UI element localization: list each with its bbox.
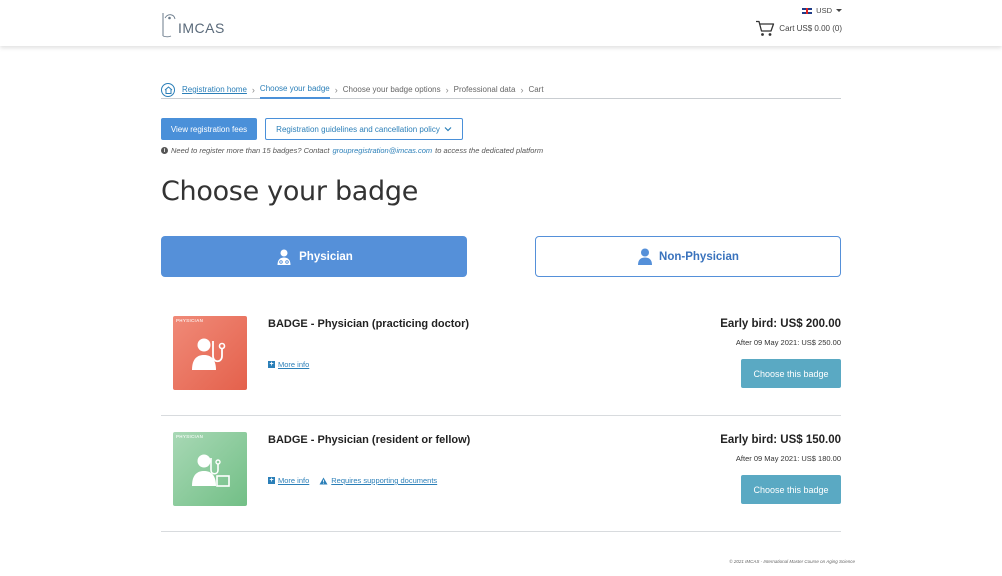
- breadcrumb-professional-data: Professional data: [453, 85, 516, 94]
- group-registration-email-link[interactable]: groupregistration@imcas.com: [332, 146, 432, 155]
- currency-label: USD: [816, 6, 832, 15]
- warning-icon: [319, 477, 328, 484]
- tab-label: Non-Physician: [659, 250, 739, 263]
- cart-link[interactable]: Cart US$ 0.00 (0): [755, 20, 842, 37]
- more-info-link[interactable]: + More info: [268, 360, 309, 369]
- doctor-book-icon: [192, 454, 230, 487]
- caret-down-icon: [836, 9, 842, 12]
- top-header: IMCAS USD Cart US$ 0.00 (0): [0, 0, 1002, 46]
- badge-thumbnail: PHYSICIAN: [173, 316, 247, 390]
- badge-links: + More info: [268, 360, 309, 369]
- supporting-documents-link[interactable]: Requires supporting documents: [319, 476, 437, 485]
- home-icon: [161, 82, 175, 97]
- supporting-documents-label: Requires supporting documents: [331, 476, 438, 485]
- cart-summary: Cart US$ 0.00 (0): [779, 24, 842, 33]
- breadcrumb-label: Registration home: [182, 85, 247, 94]
- after-date-price: After 09 May 2021: US$ 180.00: [735, 454, 841, 463]
- logo-mark-icon: [162, 13, 176, 38]
- group-registration-notice: i Need to register more than 15 badges? …: [161, 146, 543, 155]
- notice-suffix: to access the dedicated platform: [435, 146, 544, 155]
- early-bird-price: Early bird: US$ 200.00: [720, 318, 841, 330]
- tab-physician[interactable]: Physician: [161, 236, 467, 277]
- chevron-right-icon: ›: [334, 84, 338, 95]
- tab-label: Physician: [299, 250, 353, 263]
- after-date-price: After 09 May 2021: US$ 250.00: [735, 338, 841, 347]
- page-title: Choose your badge: [161, 176, 419, 207]
- view-registration-fees-button[interactable]: View registration fees: [161, 118, 257, 140]
- plus-icon: +: [268, 477, 275, 484]
- doctor-stethoscope-icon: [192, 338, 226, 370]
- badge-row: PHYSICIAN BADGE - Physician (resident or…: [161, 416, 841, 532]
- currency-selector[interactable]: USD: [802, 6, 842, 15]
- info-icon: i: [161, 147, 168, 154]
- chevron-down-icon: [444, 127, 452, 132]
- breadcrumb-badge-options: Choose your badge options: [342, 85, 441, 94]
- plus-icon: +: [268, 361, 275, 368]
- more-info-link[interactable]: + More info: [268, 476, 309, 485]
- choose-badge-button[interactable]: Choose this badge: [741, 475, 841, 504]
- footer-copyright: © 2021 IMCAS - International Master Cour…: [729, 559, 855, 564]
- chevron-right-icon: ›: [445, 84, 449, 95]
- breadcrumb-choose-badge[interactable]: Choose your badge: [259, 81, 330, 99]
- more-info-label: More info: [278, 476, 310, 485]
- more-info-label: More info: [278, 360, 310, 369]
- chevron-right-icon: ›: [251, 84, 255, 95]
- chevron-right-icon: ›: [520, 84, 524, 95]
- choose-badge-button[interactable]: Choose this badge: [741, 359, 841, 388]
- notice-prefix: Need to register more than 15 badges? Co…: [171, 146, 330, 155]
- person-icon: [638, 248, 653, 265]
- early-bird-price: Early bird: US$ 150.00: [720, 434, 841, 446]
- imcas-logo[interactable]: IMCAS: [160, 8, 225, 38]
- badge-name: BADGE - Physician (resident or fellow): [268, 434, 471, 446]
- breadcrumb-registration-home[interactable]: Registration home: [161, 81, 247, 99]
- badge-thumbnail: PHYSICIAN: [173, 432, 247, 506]
- guidelines-label: Registration guidelines and cancellation…: [276, 124, 440, 134]
- registration-guidelines-dropdown[interactable]: Registration guidelines and cancellation…: [265, 118, 463, 140]
- uk-flag-icon: [802, 7, 813, 14]
- badge-name: BADGE - Physician (practicing doctor): [268, 318, 470, 330]
- tab-non-physician[interactable]: Non-Physician: [535, 236, 841, 277]
- thumb-label: PHYSICIAN: [176, 434, 204, 439]
- logo-text: IMCAS: [178, 20, 225, 36]
- breadcrumb-cart: Cart: [528, 85, 544, 94]
- physician-icon: [277, 249, 291, 265]
- badge-row: PHYSICIAN BADGE - Physician (practicing …: [161, 300, 841, 416]
- thumb-label: PHYSICIAN: [176, 318, 204, 323]
- breadcrumb: Registration home › Choose your badge › …: [161, 81, 841, 99]
- badge-links: + More info Requires supporting document…: [268, 476, 437, 485]
- cart-icon: [756, 20, 775, 36]
